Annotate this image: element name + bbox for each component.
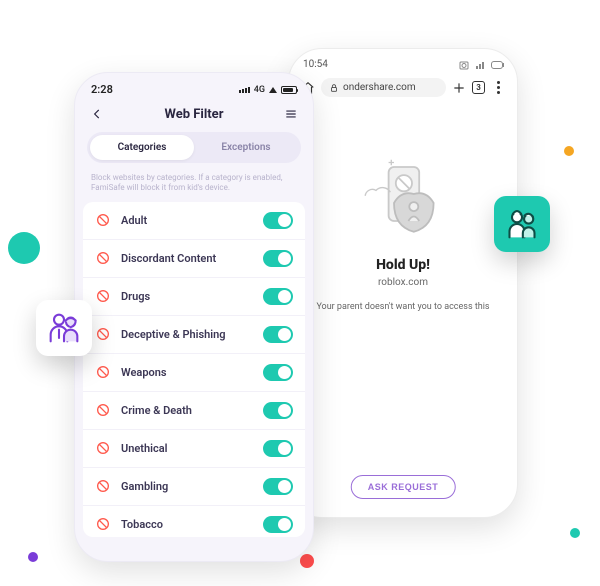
ban-icon — [95, 516, 111, 532]
tab-exceptions[interactable]: Exceptions — [194, 135, 298, 160]
filter-tabs: Categories Exceptions — [87, 132, 301, 163]
battery-icon — [491, 61, 503, 69]
signal-icon — [475, 60, 487, 70]
status-time: 2:28 — [91, 83, 113, 96]
overflow-menu-icon[interactable] — [491, 81, 505, 95]
tab-categories[interactable]: Categories — [90, 135, 194, 160]
phone-browser-blocked: 10:54 ondershare.com 3 — [288, 48, 518, 518]
category-label: Unethical — [121, 442, 263, 455]
category-row-crime: Crime & Death — [83, 392, 305, 430]
toggle-switch[interactable] — [263, 402, 293, 419]
blocked-illustration — [348, 149, 458, 239]
toggle-switch[interactable] — [263, 516, 293, 533]
helper-text: Block websites by categories. If a categ… — [75, 171, 313, 202]
category-label: Discordant Content — [121, 252, 263, 265]
decor-dot-teal-small — [570, 528, 580, 538]
ban-icon — [95, 288, 111, 304]
toggle-switch[interactable] — [263, 288, 293, 305]
ask-request-button[interactable]: ASK REQUEST — [351, 475, 456, 499]
category-label: Tobacco — [121, 518, 263, 531]
toggle-switch[interactable] — [263, 364, 293, 381]
blocked-message: Your parent doesn't want you to access t… — [307, 302, 499, 312]
category-label: Crime & Death — [121, 404, 263, 417]
ban-icon — [95, 478, 111, 494]
category-row-weapons: Weapons — [83, 354, 305, 392]
category-label: Gambling — [121, 480, 263, 493]
battery-icon — [281, 86, 297, 94]
ban-icon — [95, 440, 111, 456]
ban-icon — [95, 326, 111, 342]
blocked-title: Hold Up! — [307, 257, 499, 273]
decor-dot-orange — [564, 146, 574, 156]
toggle-switch[interactable] — [263, 440, 293, 457]
category-label: Deceptive & Phishing — [121, 328, 263, 341]
ban-icon — [95, 402, 111, 418]
toggle-switch[interactable] — [263, 250, 293, 267]
app-icon-parents — [36, 300, 92, 356]
tabs-count[interactable]: 3 — [472, 81, 485, 94]
toggle-switch[interactable] — [263, 212, 293, 229]
category-label: Drugs — [121, 290, 263, 303]
category-row-unethical: Unethical — [83, 430, 305, 468]
wifi-icon — [269, 87, 277, 93]
status-icons: 4G — [239, 85, 297, 95]
category-list: Adult Discordant Content Drugs Deceptive… — [83, 202, 305, 537]
status-bar: 10:54 — [289, 49, 517, 74]
category-row-tobacco: Tobacco — [83, 506, 305, 537]
blocked-site: roblox.com — [307, 277, 499, 288]
category-row-phishing: Deceptive & Phishing — [83, 316, 305, 354]
category-label: Weapons — [121, 366, 263, 379]
phone-web-filter: 2:28 4G Web Filter Categories Exceptions… — [74, 72, 314, 562]
new-tab-icon[interactable] — [452, 81, 466, 95]
hamburger-icon[interactable] — [283, 106, 299, 122]
category-label: Adult — [121, 214, 263, 227]
category-row-drugs: Drugs — [83, 278, 305, 316]
camera-icon — [459, 60, 471, 70]
ban-icon — [95, 212, 111, 228]
ban-icon — [95, 364, 111, 380]
toggle-switch[interactable] — [263, 326, 293, 343]
ban-icon — [95, 250, 111, 266]
lock-icon — [329, 83, 339, 93]
network-label: 4G — [254, 85, 265, 95]
toggle-switch[interactable] — [263, 478, 293, 495]
back-icon[interactable] — [89, 106, 105, 122]
category-row-gambling: Gambling — [83, 468, 305, 506]
app-icon-kids — [494, 196, 550, 252]
signal-strength-icon — [239, 87, 250, 93]
decor-dot-red — [300, 554, 314, 568]
page-title: Web Filter — [165, 107, 224, 122]
decor-dot-purple — [28, 552, 38, 562]
address-bar[interactable]: ondershare.com — [321, 78, 446, 97]
decor-dot-teal-large — [8, 232, 40, 264]
category-row-adult: Adult — [83, 202, 305, 240]
status-time: 10:54 — [303, 59, 328, 70]
screen-header: Web Filter — [75, 100, 313, 132]
address-text: ondershare.com — [343, 82, 416, 93]
category-row-discordant: Discordant Content — [83, 240, 305, 278]
status-icons — [459, 60, 503, 70]
blocked-page-content: Hold Up! roblox.com Your parent doesn't … — [289, 107, 517, 312]
browser-toolbar: ondershare.com 3 — [289, 74, 517, 107]
status-bar: 2:28 4G — [75, 73, 313, 100]
